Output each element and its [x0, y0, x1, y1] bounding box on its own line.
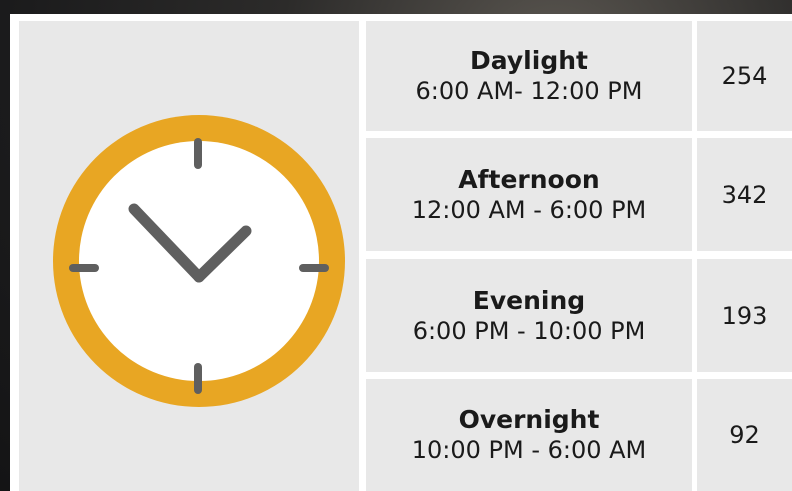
period-cell-overnight: Overnight 10:00 PM - 6:00 AM	[366, 379, 692, 491]
period-cell-evening: Evening 6:00 PM - 10:00 PM	[366, 259, 692, 372]
clock-panel	[19, 21, 359, 491]
period-range: 6:00 AM- 12:00 PM	[415, 77, 643, 105]
count-cell-afternoon: 342	[697, 138, 792, 251]
period-range: 10:00 PM - 6:00 AM	[411, 436, 647, 464]
count-cell-daylight: 254	[697, 21, 792, 131]
period-name: Afternoon	[458, 164, 600, 194]
period-cell-afternoon: Afternoon 12:00 AM - 6:00 PM	[366, 138, 692, 251]
period-name: Overnight	[458, 405, 600, 434]
period-range: 12:00 AM - 6:00 PM	[411, 195, 647, 224]
time-of-day-table: Daylight 6:00 AM- 12:00 PM 254 Afternoon…	[10, 14, 792, 491]
clock-face	[79, 141, 319, 381]
period-name: Daylight	[470, 46, 588, 75]
count-cell-evening: 193	[697, 259, 792, 372]
clock-icon	[53, 115, 345, 407]
period-name: Evening	[472, 285, 586, 315]
count-cell-overnight: 92	[697, 379, 792, 491]
period-range: 6:00 PM - 10:00 PM	[412, 316, 646, 345]
period-cell-daylight: Daylight 6:00 AM- 12:00 PM	[366, 21, 692, 131]
